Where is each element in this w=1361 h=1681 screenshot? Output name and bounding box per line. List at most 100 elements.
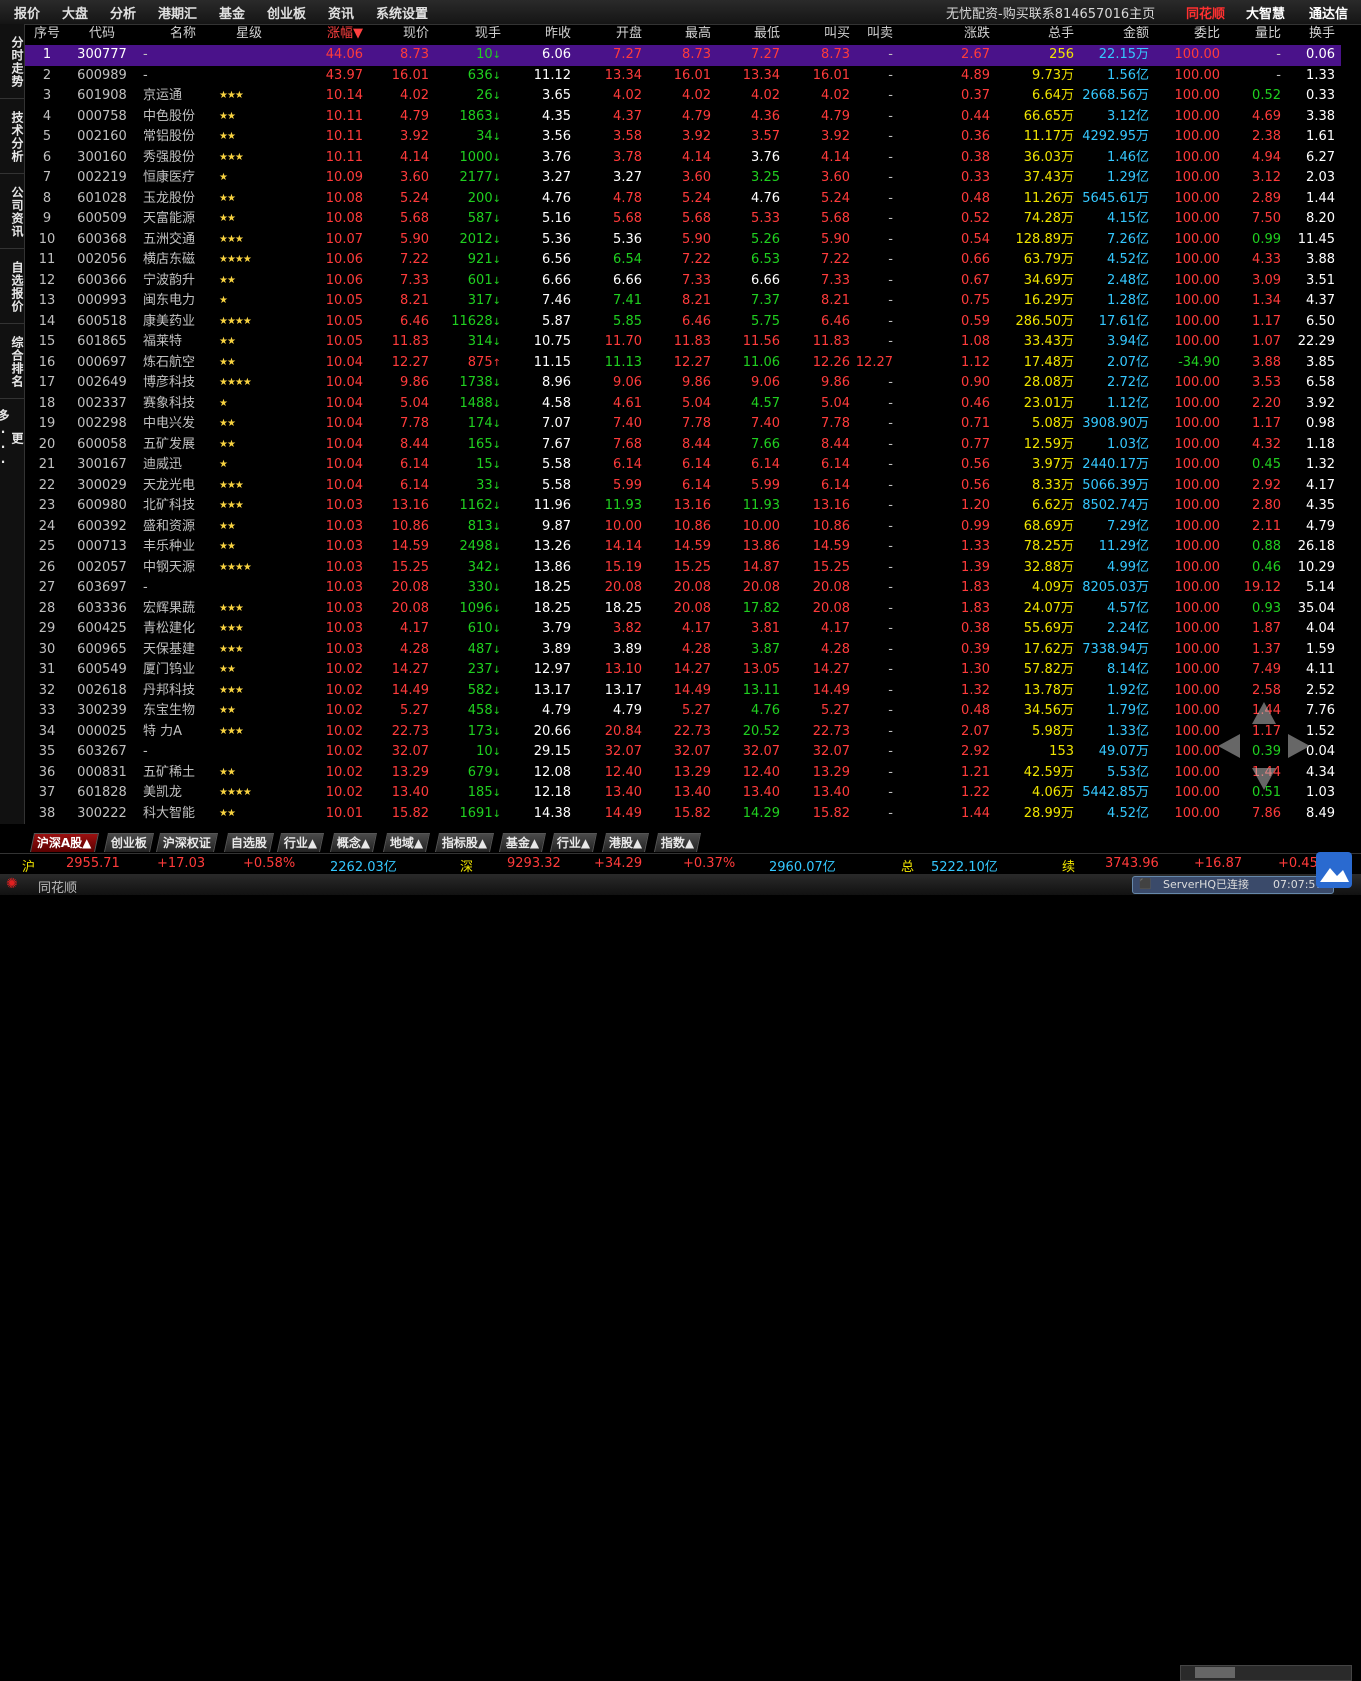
table-row[interactable]: 3 601908 京运通 ★★★ 10.14 4.02 26↓ 3.65 4.02 4.02 4.0… <box>25 86 1341 107</box>
table-row[interactable]: 12 600366 宁波韵升 ★★ 10.06 7.33 601↓ 6.66 6.66 7.33 6… <box>25 271 1341 292</box>
tab-industry[interactable]: 行业▲ <box>276 833 325 852</box>
table-row[interactable]: 13 000993 闽东电力 ★ 10.05 8.21 317↓ 7.46 7.41 8.21 7.… <box>25 291 1341 312</box>
menu-analysis[interactable]: 分析 <box>110 3 136 22</box>
side-tab-technical[interactable]: 技术分析 <box>0 99 24 174</box>
header-col-amount[interactable]: 金额 <box>1074 24 1149 44</box>
menu-hk-futures-fx[interactable]: 港期汇 <box>158 3 197 22</box>
cell-rating: ★★ <box>219 356 236 368</box>
header-col-low[interactable]: 最低 <box>711 24 780 44</box>
table-row[interactable]: 4 000758 中色股份 ★★ 10.11 4.79 1863↓ 4.35 4.37 4.79 4… <box>25 107 1341 128</box>
nav-right-icon[interactable] <box>1288 734 1310 758</box>
brand-ths[interactable]: 同花顺 <box>1186 3 1225 22</box>
header-col-change-pct[interactable]: 涨幅▼ <box>281 24 363 44</box>
menu-settings[interactable]: 系统设置 <box>376 3 428 22</box>
table-row[interactable]: 15 601865 福莱特 ★★ 10.05 11.83 314↓ 10.75 11.70 11.… <box>25 332 1341 353</box>
tab-a-shares[interactable]: 沪深A股▲ <box>29 833 99 852</box>
header-col-turnover[interactable]: 换手 <box>1281 24 1335 44</box>
table-row[interactable]: 34 000025 特 力A ★★★ 10.02 22.73 173↓ 20.66 20.84 2… <box>25 722 1341 743</box>
tab-industry-2[interactable]: 行业▲ <box>549 833 598 852</box>
menu-news[interactable]: 资讯 <box>328 3 354 22</box>
table-row[interactable]: 2 600989-43.97 16.01 636↓ 11.12 13.34 16.01 13.… <box>25 66 1341 87</box>
table-row[interactable]: 20 600058 五矿发展 ★★ 10.04 8.44 165↓ 7.67 7.68 8.44 7… <box>25 435 1341 456</box>
table-row[interactable]: 10 600368 五洲交通 ★★★ 10.07 5.90 2012↓ 5.36 5.36 5.9… <box>25 230 1341 251</box>
menu-quotes[interactable]: 报价 <box>14 3 40 22</box>
side-tab-intraday[interactable]: 分时走势 <box>0 24 24 99</box>
header-col-volume-now[interactable]: 现手 <box>431 24 501 44</box>
header-col-rating[interactable]: 星级 <box>219 24 279 44</box>
table-row[interactable]: 7 002219 恒康医疗 ★ 10.09 3.60 2177↓ 3.27 3.27 3.60 3.… <box>25 168 1341 189</box>
server-status[interactable]: ⬛ ServerHQ已连接 07:07:57 <box>1132 876 1334 894</box>
table-row[interactable]: 17 002649 博彦科技 ★★★★ 10.04 9.86 1738↓ 8.96 9.06 9.… <box>25 373 1341 394</box>
table-row[interactable]: 38 300222 科大智能 ★★ 10.01 15.82 1691↓ 14.38 14.49 1… <box>25 804 1341 825</box>
tab-warrants[interactable]: 沪深权证 <box>155 833 219 852</box>
menu-gem[interactable]: 创业板 <box>267 3 306 22</box>
header-col-ask[interactable]: 叫卖 <box>850 24 893 44</box>
tab-fund[interactable]: 基金▲ <box>498 833 547 852</box>
header-col-open[interactable]: 开盘 <box>572 24 642 44</box>
side-tab-watchlist[interactable]: 自选报价 <box>0 249 24 324</box>
header-col-price[interactable]: 现价 <box>363 24 429 44</box>
tab-gem[interactable]: 创业板 <box>103 833 155 852</box>
tab-region[interactable]: 地域▲ <box>382 833 431 852</box>
header-col-high[interactable]: 最高 <box>641 24 711 44</box>
table-row[interactable]: 33 300239 东宝生物 ★★ 10.02 5.27 458↓ 4.79 4.79 5.27 4… <box>25 701 1341 722</box>
brand-dzh[interactable]: 大智慧 <box>1246 3 1285 22</box>
nav-left-icon[interactable] <box>1218 734 1240 758</box>
table-row[interactable]: 14 600518 康美药业 ★★★★ 10.05 6.46 11628↓ 5.87 5.85 6… <box>25 312 1341 333</box>
table-row[interactable]: 37 601828 美凯龙 ★★★★ 10.02 13.40 185↓ 12.18 13.40 1… <box>25 783 1341 804</box>
side-tab-ranking[interactable]: 综合排名 <box>0 324 24 399</box>
table-row[interactable]: 30 600965 天保基建 ★★★ 10.03 4.28 487↓ 3.89 3.89 4.28… <box>25 640 1341 661</box>
table-row[interactable]: 19 002298 中电兴发 ★★ 10.04 7.78 174↓ 7.07 7.40 7.78 7… <box>25 414 1341 435</box>
table-row[interactable]: 21 300167 迪威迅 ★ 10.04 6.14 15↓ 5.58 6.14 6.14 6.14… <box>25 455 1341 476</box>
header-col-order-ratio[interactable]: 委比 <box>1149 24 1220 44</box>
table-row[interactable]: 22 300029 天龙光电 ★★★ 10.04 6.14 33↓ 5.58 5.99 6.14 5… <box>25 476 1341 497</box>
header-col-volume-ratio[interactable]: 量比 <box>1220 24 1281 44</box>
table-row[interactable]: 9 600509 天富能源 ★★ 10.08 5.68 587↓ 5.16 5.68 5.68 5.… <box>25 209 1341 230</box>
menu-market[interactable]: 大盘 <box>62 3 88 22</box>
side-tab-company-info[interactable]: 公司资讯 <box>0 174 24 249</box>
cell-turnover: 6.27 <box>1306 149 1335 165</box>
table-row[interactable]: 8 601028 玉龙股份 ★★ 10.08 5.24 200↓ 4.76 4.78 5.24 4.… <box>25 189 1341 210</box>
table-row[interactable]: 5 002160 常铝股份 ★★ 10.11 3.92 34↓ 3.56 3.58 3.92 3.5… <box>25 127 1341 148</box>
table-row[interactable]: 31 600549 厦门钨业 ★★ 10.02 14.27 237↓ 12.97 13.10 14… <box>25 660 1341 681</box>
header-col-name[interactable]: 名称 <box>143 24 223 44</box>
cell-amount: 8502.74万 <box>1082 498 1149 513</box>
header-col-bid[interactable]: 叫买 <box>780 24 850 44</box>
cell-index: 25 <box>38 539 56 554</box>
header-col-total-volume[interactable]: 总手 <box>990 24 1074 44</box>
nav-down-icon[interactable] <box>1252 768 1276 790</box>
nav-up-icon[interactable] <box>1252 702 1276 724</box>
table-row[interactable]: 35 603267-10.02 32.07 10↓ 29.15 32.07 32.07 32.… <box>25 742 1341 763</box>
tab-watchlist[interactable]: 自选股 <box>223 833 275 852</box>
table-row[interactable]: 11 002056 横店东磁 ★★★★ 10.06 7.22 921↓ 6.56 6.54 7.2… <box>25 250 1341 271</box>
table-row[interactable]: 25 000713 丰乐种业 ★★ 10.03 14.59 2498↓ 13.26 14.14 1… <box>25 537 1341 558</box>
tab-index[interactable]: 指数▲ <box>653 833 702 852</box>
tab-concept[interactable]: 概念▲ <box>329 833 378 852</box>
table-row[interactable]: 1 300777-44.06 8.73 10↓ 6.06 7.27 8.73 7.27 8.73… <box>25 45 1341 66</box>
side-tab-more[interactable]: 更多... <box>0 401 24 473</box>
table-row[interactable]: 32 002618 丹邦科技 ★★★ 10.02 14.49 582↓ 13.17 13.17 1… <box>25 681 1341 702</box>
tab-index-stocks[interactable]: 指标股▲ <box>434 833 495 852</box>
table-row[interactable]: 23 600980 北矿科技 ★★★ 10.03 13.16 1162↓ 11.96 11.93… <box>25 496 1341 517</box>
promo-text[interactable]: 无忧配资-购买联系814657016主页 <box>946 3 1155 22</box>
menu-fund[interactable]: 基金 <box>219 3 245 22</box>
header-col-index[interactable]: 序号 <box>29 24 65 44</box>
tab-hk[interactable]: 港股▲ <box>601 833 650 852</box>
table-row[interactable]: 27 603697-10.03 20.08 330↓ 18.25 20.08 20.08 20… <box>25 578 1341 599</box>
scroll-thumb[interactable] <box>1195 1667 1235 1678</box>
header-col-code[interactable]: 代码 <box>67 24 137 44</box>
header-col-prev-close[interactable]: 昨收 <box>499 24 571 44</box>
table-row[interactable]: 36 000831 五矿稀土 ★★ 10.02 13.29 679↓ 12.08 12.40 13… <box>25 763 1341 784</box>
header-col-change[interactable]: 涨跌 <box>895 24 990 44</box>
brand-tdx[interactable]: 通达信 <box>1309 3 1348 22</box>
table-row[interactable]: 16 000697 炼石航空 ★★ 10.04 12.27 875↑ 11.15 11.13 12… <box>25 353 1341 374</box>
table-row[interactable]: 28 603336 宏辉果蔬 ★★★ 10.03 20.08 1096↓ 18.25 18.25… <box>25 599 1341 620</box>
horizontal-scrollbar[interactable] <box>1180 1665 1352 1681</box>
table-row[interactable]: 6 300160 秀强股份 ★★★ 10.11 4.14 1000↓ 3.76 3.78 4.14… <box>25 148 1341 169</box>
table-row[interactable]: 26 002057 中钢天源 ★★★★ 10.03 15.25 342↓ 13.86 15.19… <box>25 558 1341 579</box>
table-row[interactable]: 24 600392 盛和资源 ★★ 10.03 10.86 813↓ 9.87 10.00 10.… <box>25 517 1341 538</box>
cell-volume-now: 33↓ <box>431 476 501 496</box>
table-row[interactable]: 29 600425 青松建化 ★★★ 10.03 4.17 610↓ 3.79 3.82 4.17… <box>25 619 1341 640</box>
table-row[interactable]: 18 002337 赛象科技 ★ 10.04 5.04 1488↓ 4.58 4.61 5.04 4… <box>25 394 1341 415</box>
chart-widget-icon[interactable] <box>1316 852 1352 888</box>
